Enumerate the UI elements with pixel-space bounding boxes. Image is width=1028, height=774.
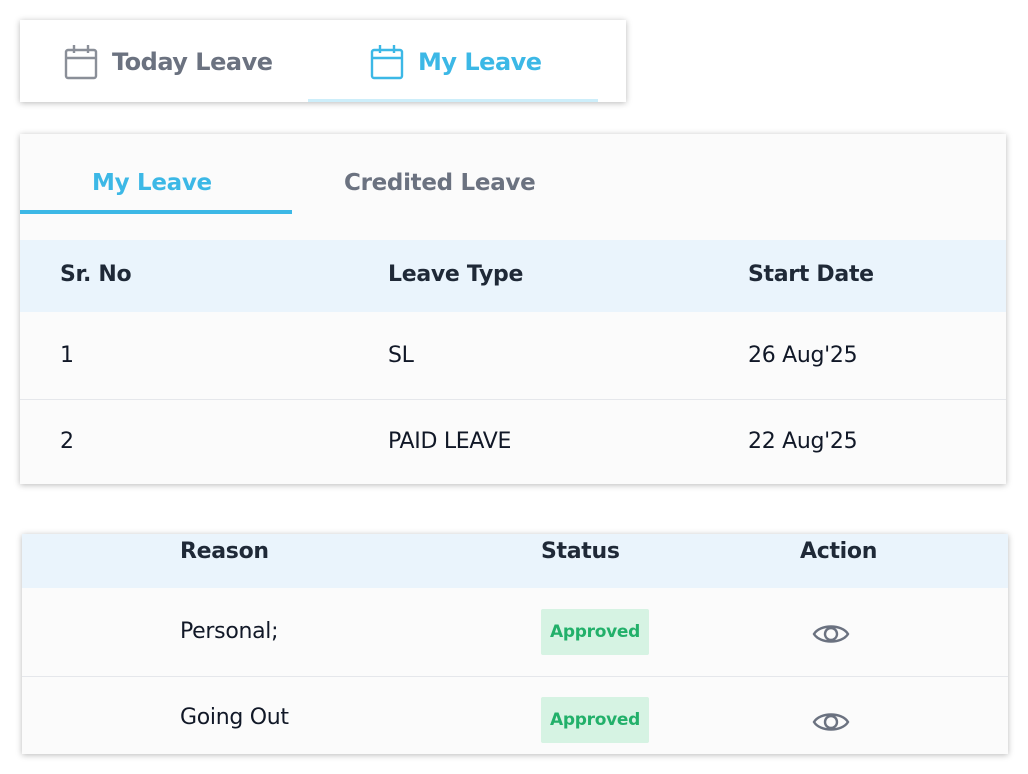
- eye-icon[interactable]: [812, 707, 850, 737]
- row-divider: [20, 399, 1006, 400]
- leave-detail-card: Reason Status Action Personal; Approved …: [22, 534, 1008, 754]
- cell-start-date: 22 Aug'25: [748, 429, 858, 454]
- table-header: Reason Status Action: [22, 534, 1008, 588]
- table-header: Sr. No Leave Type Start Date: [20, 240, 1006, 312]
- cell-leave-type: PAID LEAVE: [388, 429, 512, 454]
- tab-today-leave[interactable]: Today Leave: [64, 42, 273, 82]
- subtab-my-leave[interactable]: My Leave: [92, 170, 212, 196]
- column-header-sr-no: Sr. No: [60, 262, 132, 287]
- tab-my-leave-label: My Leave: [418, 48, 542, 76]
- cell-reason: Personal;: [180, 619, 279, 644]
- cell-start-date: 26 Aug'25: [748, 343, 858, 368]
- column-header-action: Action: [800, 539, 878, 564]
- calendar-icon: [64, 45, 98, 80]
- calendar-icon: [370, 45, 404, 80]
- leave-list-card: My Leave Credited Leave Sr. No Leave Typ…: [20, 134, 1006, 484]
- active-subtab-indicator: [20, 210, 292, 214]
- column-header-reason: Reason: [180, 539, 269, 564]
- row-divider: [22, 676, 1008, 677]
- cell-sr-no: 1: [60, 343, 74, 368]
- status-badge: Approved: [541, 609, 649, 655]
- active-tab-indicator: [308, 99, 598, 102]
- column-header-status: Status: [541, 539, 620, 564]
- eye-icon[interactable]: [812, 619, 850, 649]
- column-header-leave-type: Leave Type: [388, 262, 524, 287]
- subtab-credited-leave[interactable]: Credited Leave: [344, 170, 536, 196]
- tab-my-leave[interactable]: My Leave: [370, 42, 542, 82]
- tab-today-leave-label: Today Leave: [112, 48, 273, 76]
- leave-view-tabs: Today Leave My Leave: [20, 20, 626, 102]
- column-header-start-date: Start Date: [748, 262, 874, 287]
- cell-sr-no: 2: [60, 429, 74, 454]
- status-badge: Approved: [541, 697, 649, 743]
- cell-reason: Going Out: [180, 705, 289, 730]
- cell-leave-type: SL: [388, 343, 414, 368]
